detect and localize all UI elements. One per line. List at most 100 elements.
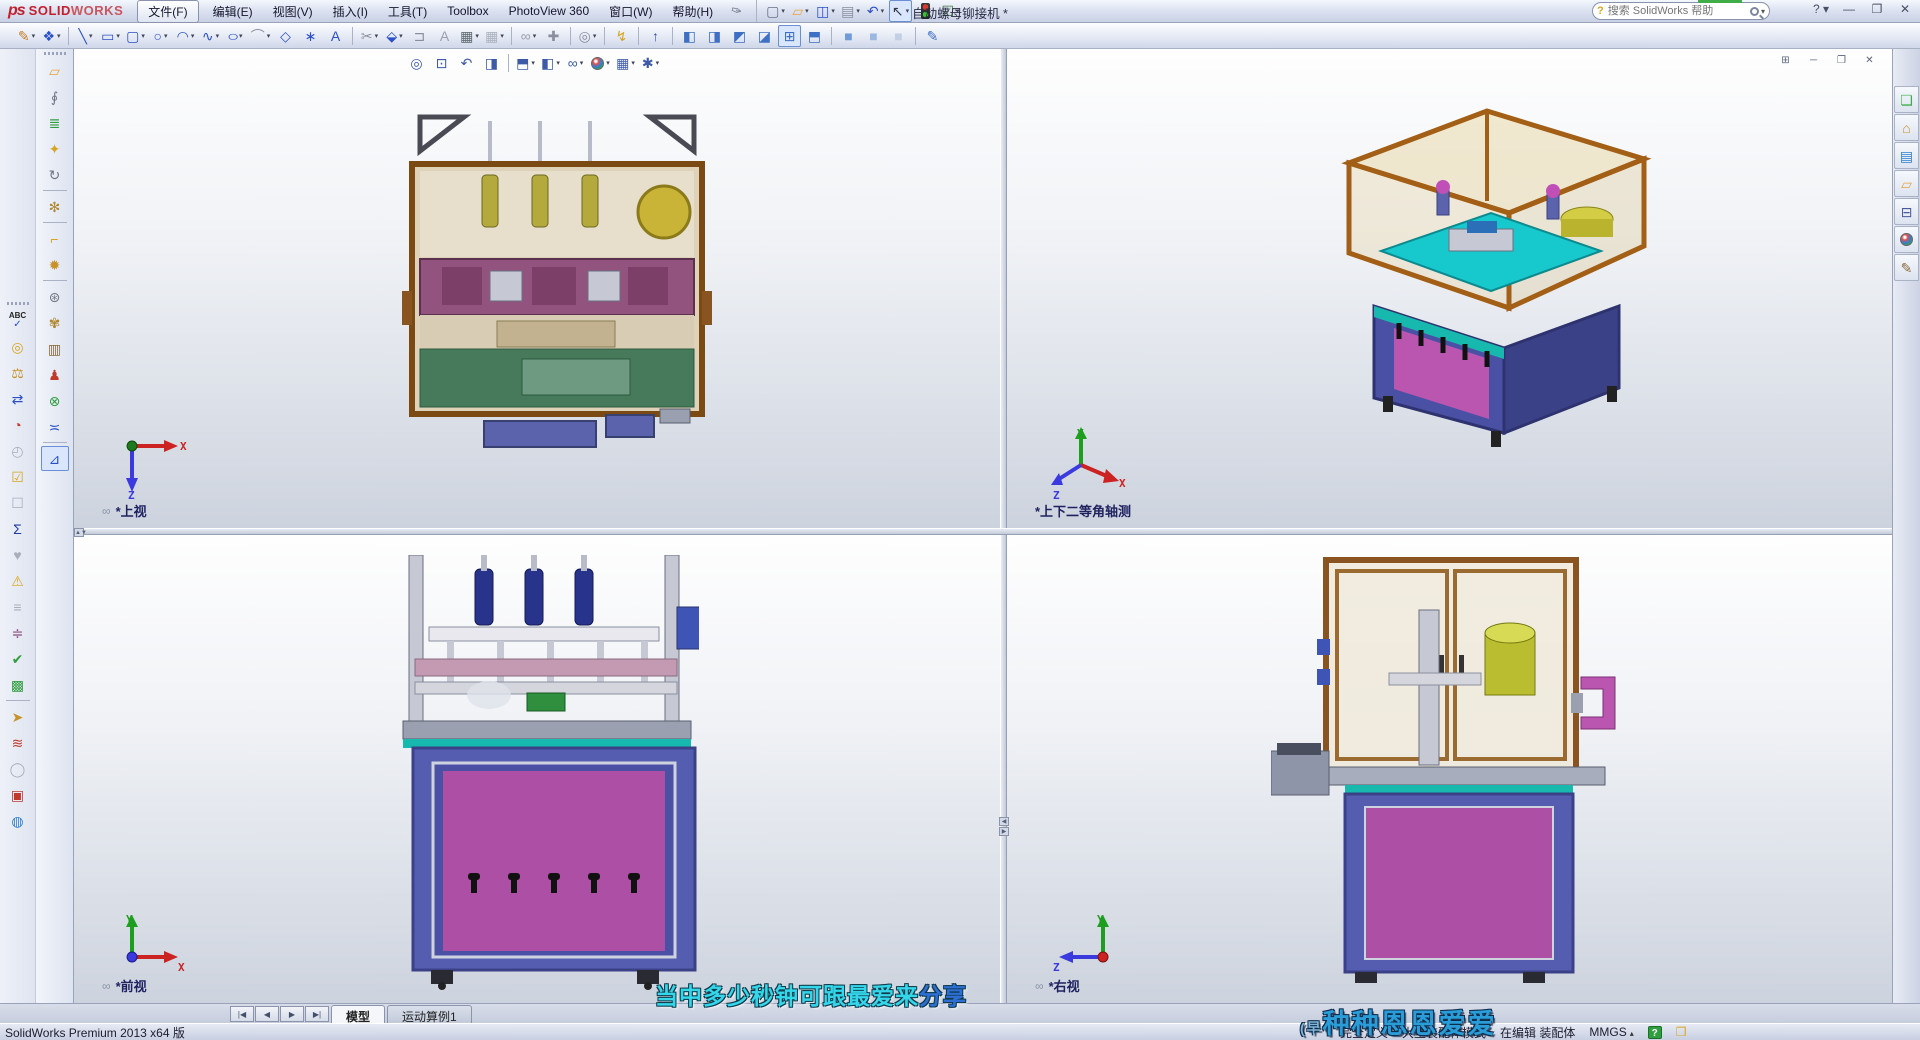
section-properties[interactable]: ⇄ [4, 386, 32, 411]
repair-sketch[interactable]: ✚ [542, 25, 565, 47]
text[interactable]: A [324, 25, 347, 47]
previous-view[interactable]: ↶ [455, 52, 478, 74]
quick-snaps[interactable]: ◎ ▾ [576, 25, 599, 47]
viewport-top-view[interactable]: ◎ ⊡ ↶ ◨ ⬒ ▾ ◧ ▾ ∞ ▾ ▾ ▦ ▾ ✱ ▾ X Z ∞ *上视 [74, 49, 1000, 528]
insert-components[interactable]: ▱ [41, 58, 69, 83]
zoom-to-fit[interactable]: ◎ [405, 52, 428, 74]
units-dropdown-icon[interactable]: ▴ [1630, 1029, 1634, 1038]
straight-slot[interactable]: ▢ ▾ [124, 25, 147, 47]
viewport-isometric[interactable]: ⊞ ─ ❐ ✕ Y X Z *上下二等角轴测 [1007, 49, 1892, 528]
shaded[interactable]: ■ [862, 25, 885, 47]
wireframe[interactable]: ■ [887, 25, 910, 47]
dropdown-arrow-icon[interactable]: ▾ [533, 32, 537, 40]
viewport-layout[interactable]: ⊞ [1774, 53, 1797, 68]
custom-properties[interactable]: ✎ [1894, 254, 1919, 281]
status-help-button[interactable]: ? [1647, 1025, 1662, 1039]
design-checker[interactable]: ☑ [4, 464, 32, 489]
assembly-toolbox[interactable]: ▥ [41, 336, 69, 361]
undo[interactable]: ↶ ▾ [864, 0, 887, 22]
dropdown-arrow-icon[interactable]: ▾ [32, 32, 36, 40]
restore-button[interactable]: ❐ [1866, 2, 1888, 16]
save[interactable]: ◫ ▾ [814, 0, 837, 22]
exploded-view[interactable]: ✹ [41, 252, 69, 277]
arc[interactable]: ◠ ▾ [174, 25, 197, 47]
polygon[interactable]: ◇ [274, 25, 297, 47]
corner-rectangle[interactable]: ▭ ▾ [99, 25, 122, 47]
dropdown-arrow-icon[interactable]: ▾ [881, 7, 885, 15]
corner-move[interactable]: ⌐ [41, 226, 69, 251]
attachment-clip[interactable]: ∮ [41, 84, 69, 109]
align-components[interactable]: ≍ [41, 414, 69, 439]
equations[interactable]: Σ [4, 516, 32, 541]
dropdown-arrow-icon[interactable]: ▾ [956, 7, 960, 15]
view-right[interactable]: ◪ [753, 25, 776, 47]
sketch-fillet[interactable]: ⌒ ▾ [249, 25, 272, 47]
display-relations[interactable]: ∞ ▾ [517, 25, 540, 47]
dropdown-arrow-icon[interactable]: ▾ [164, 32, 168, 40]
menu-edit[interactable]: 编辑(E) [203, 1, 263, 22]
view-palette[interactable]: ⊟ [1894, 198, 1919, 225]
four-viewport[interactable]: ⊞ [778, 24, 801, 47]
options[interactable]: ☑ ▾ [939, 0, 962, 22]
menu-help[interactable]: 帮助(H) [662, 1, 723, 22]
trim-entities[interactable]: ✂ ▾ [358, 25, 381, 47]
convert-entities[interactable]: ⬙ ▾ [383, 25, 406, 47]
deviation-analysis[interactable]: ♥ [4, 542, 32, 567]
appearance-pen[interactable]: ✎ [921, 25, 944, 47]
offset-entities[interactable]: ⊐ [408, 25, 431, 47]
tab-scroll-prev[interactable]: ◀ [255, 1006, 279, 1022]
dropdown-arrow-icon[interactable]: ▾ [475, 32, 479, 40]
dropdown-arrow-icon[interactable]: ▾ [191, 32, 195, 40]
tab-model[interactable]: 模型 [331, 1005, 386, 1024]
dropdown-arrow-icon[interactable]: ▾ [831, 7, 835, 15]
dropdown-arrow-icon[interactable]: ▾ [57, 32, 61, 40]
search-icon[interactable] [1749, 6, 1759, 16]
measure-tape[interactable]: ◎ [4, 334, 32, 359]
shaded-with-edges[interactable]: ■ [837, 25, 860, 47]
search-input[interactable] [1607, 5, 1750, 17]
toolbar-grip[interactable] [43, 52, 66, 55]
menu-insert[interactable]: 插入(I) [323, 1, 378, 22]
dropdown-arrow-icon[interactable]: ▾ [531, 59, 535, 67]
doc-restore[interactable]: ❐ [1830, 53, 1853, 68]
select-cursor[interactable]: ↖ ▾ [889, 0, 913, 22]
edit-appearance[interactable]: ▾ [589, 52, 612, 74]
dropdown-arrow-icon[interactable]: ▾ [556, 59, 560, 67]
splitter-handle[interactable]: ▲▼ [74, 528, 87, 537]
splitter-handle[interactable]: ◀ [999, 817, 1009, 826]
belt-chain[interactable]: ⊛ [41, 284, 69, 309]
pattern-secondary[interactable]: ▦ ▾ [483, 25, 506, 47]
dropdown-arrow-icon[interactable]: ▾ [631, 59, 635, 67]
compare-documents[interactable]: ≑ [4, 620, 32, 645]
spell-check[interactable]: ABC ✓ [4, 308, 32, 333]
tab-scroll-first[interactable]: |◀ [230, 1006, 254, 1022]
dropdown-arrow-icon[interactable]: ▾ [656, 59, 660, 67]
zoom-to-area[interactable]: ⊡ [430, 52, 453, 74]
new-document[interactable]: ▢ ▾ [764, 0, 787, 22]
menu-toolbox[interactable]: Toolbox [437, 2, 498, 20]
help-menu-button[interactable]: ? ▾ [1810, 2, 1832, 16]
dropdown-arrow-icon[interactable]: ▾ [593, 32, 597, 40]
ellipse[interactable]: ○ ▾ [224, 25, 247, 47]
dropdown-arrow-icon[interactable]: ▾ [906, 7, 910, 15]
menu-file[interactable]: 文件(F) [137, 0, 199, 23]
overlap-squares[interactable]: ▣ [4, 782, 32, 807]
sensor[interactable]: ◔ [4, 412, 32, 437]
status-units[interactable]: MMGS ▴ [1589, 1025, 1633, 1039]
dropdown-arrow-icon[interactable]: ▾ [399, 32, 403, 40]
collision-detection[interactable]: ⊗ [41, 388, 69, 413]
design-checker-inactive[interactable]: ☐ [4, 490, 32, 515]
resources-home[interactable]: ⌂ [1894, 114, 1919, 141]
hide-show-items[interactable]: ∞ ▾ [564, 52, 587, 74]
viewport-front-view[interactable]: Y X ∞ *前视 [74, 535, 1000, 1003]
sketch-eraser[interactable]: ❖ ▾ [40, 25, 63, 47]
viewport-right-view[interactable]: Y Z ∞ *右视 [1007, 535, 1892, 1003]
accept-circle[interactable]: ◯ [4, 756, 32, 781]
measure-tool[interactable]: ⊿ [40, 446, 69, 471]
close-button[interactable]: ✕ [1894, 2, 1916, 16]
dropdown-arrow-icon[interactable]: ▾ [805, 7, 809, 15]
toolbar-grip[interactable] [6, 302, 29, 305]
file-explorer[interactable]: ▱ [1894, 170, 1919, 197]
circle[interactable]: ○ ▾ [149, 25, 172, 47]
search-select[interactable]: ➤ [4, 704, 32, 729]
